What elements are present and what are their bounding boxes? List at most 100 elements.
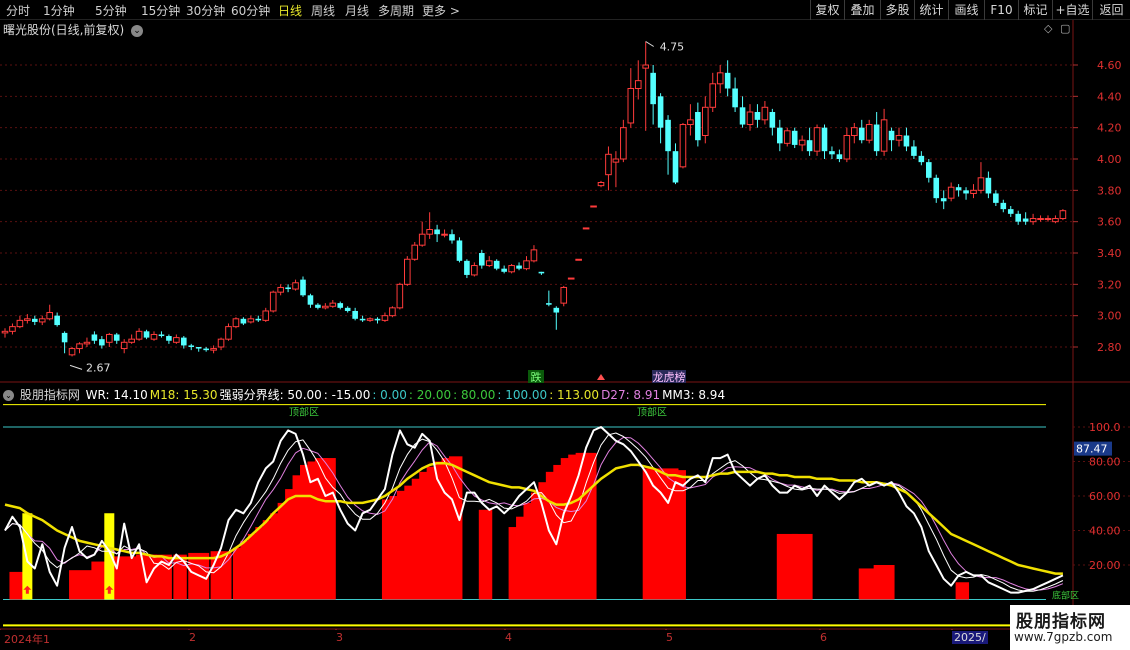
indicator-value: : 20.00 — [408, 388, 452, 402]
mark-button[interactable]: 标记 — [1018, 0, 1052, 20]
candle-body — [963, 190, 969, 194]
add-favorite-button[interactable]: +自选 — [1052, 0, 1092, 20]
candle-body — [277, 286, 284, 293]
period-tab-fenshi[interactable]: 分时 — [6, 2, 30, 19]
candle-body — [46, 312, 54, 320]
candle-body — [173, 337, 180, 343]
indicator-header: ⌄ 股朋指标网 WR: 14.10 M18: 15.30 强弱分界线: 50.00:… — [3, 386, 729, 402]
period-tab-60min[interactable]: 60分钟 — [231, 2, 270, 19]
candle-body — [575, 258, 582, 261]
candle-body — [24, 318, 31, 321]
current-value-label: 87.47 — [1076, 443, 1108, 456]
f10-button[interactable]: F10 — [984, 0, 1018, 20]
die-marker: 跌 — [531, 370, 542, 384]
indicator-value: : 0.00 — [372, 388, 407, 402]
candle-body — [396, 283, 404, 309]
multi-stock-button[interactable]: 多股 — [880, 0, 914, 20]
candle-body — [217, 338, 225, 348]
candle-body — [590, 205, 597, 208]
candle-body — [158, 334, 165, 337]
candle-body — [911, 146, 917, 156]
indicator-name: 股朋指标网 — [19, 388, 80, 402]
candle-body — [955, 187, 962, 191]
kline-chart[interactable]: 4.60 4.40 4.20 4.00 3.80 3.60 3.40 3.20 3.00 2.80… — [0, 20, 1130, 630]
period-tab-5min[interactable]: 5分钟 — [95, 2, 127, 19]
fuquan-button[interactable]: 复权 — [810, 0, 844, 20]
candle-body — [926, 162, 932, 178]
candle-body — [1059, 210, 1067, 220]
bottom-zone-label: 底部区 — [1052, 590, 1079, 602]
candle-body — [381, 315, 389, 321]
time-label-feb: 2 — [189, 631, 196, 644]
candle-body — [627, 88, 635, 124]
period-tab-multi[interactable]: 多周期 — [378, 2, 414, 19]
price-axis-label: 3.40 — [1097, 247, 1122, 260]
candle-body — [851, 127, 858, 136]
period-tab-30min[interactable]: 30分钟 — [186, 2, 225, 19]
candle-body — [947, 186, 955, 199]
candle-body — [605, 153, 612, 176]
candle-body — [895, 135, 903, 141]
time-label-jan: 2024年1 — [4, 633, 50, 646]
candle-body — [657, 96, 664, 128]
candle-body — [38, 318, 46, 323]
candle-body — [359, 318, 366, 321]
candle-body — [806, 140, 813, 152]
candle-body — [188, 345, 195, 347]
candle-body — [977, 177, 985, 191]
indicator-value: 强弱分界线: 50.00 — [219, 388, 322, 402]
draw-line-button[interactable]: 画线 — [948, 0, 984, 20]
candle-body — [567, 277, 575, 280]
indicator-value: D27: 8.91 — [601, 388, 661, 402]
candle-body — [880, 119, 888, 152]
statistics-button[interactable]: 统计 — [914, 0, 948, 20]
candle-body — [329, 302, 337, 307]
candle-body — [404, 258, 411, 285]
indicator-bar — [955, 582, 970, 600]
candle-body — [620, 127, 627, 160]
candle-body — [418, 233, 426, 246]
candle-body — [553, 307, 560, 313]
candle-body — [292, 282, 299, 290]
period-tab-daily[interactable]: 日线 — [278, 2, 302, 19]
candle-body — [434, 229, 440, 235]
candle-body — [709, 83, 717, 108]
candle-body — [120, 341, 128, 350]
period-tab-monthly[interactable]: 月线 — [345, 2, 369, 19]
candle-body — [411, 244, 419, 260]
candle-body — [523, 260, 530, 270]
candle-body — [821, 127, 828, 152]
period-tab-more[interactable]: 更多 > — [422, 2, 460, 19]
indicator-bar — [449, 456, 463, 600]
period-tab-1min[interactable]: 1分钟 — [43, 2, 75, 19]
overlay-button[interactable]: 叠加 — [844, 0, 880, 20]
candle-body — [985, 177, 992, 194]
candle-body — [888, 130, 895, 141]
indicator-value: : -15.00 — [323, 388, 371, 402]
candle-body — [1, 330, 9, 334]
time-label-apr: 4 — [505, 631, 512, 644]
back-button[interactable]: 返回 — [1092, 0, 1130, 20]
candle-body — [695, 112, 701, 141]
price-axis-label: 3.00 — [1097, 310, 1122, 323]
candle-body — [344, 307, 351, 311]
period-tab-weekly[interactable]: 周线 — [311, 2, 335, 19]
price-axis-label: 2.80 — [1097, 341, 1122, 354]
candle-body — [485, 260, 493, 267]
indicator-bar — [9, 571, 23, 600]
indicator-value: M18: 15.30 — [149, 388, 218, 402]
candle-body — [873, 124, 880, 152]
indicator-collapse-icon[interactable]: ⌄ — [3, 390, 14, 401]
candle-body — [516, 265, 522, 269]
candle-body — [702, 106, 709, 137]
candle-body — [642, 64, 650, 69]
candle-body — [493, 260, 500, 269]
candle-body — [918, 155, 925, 163]
period-tab-15min[interactable]: 15分钟 — [141, 2, 180, 19]
candle-body — [135, 330, 143, 340]
indicator-axis-label: 60.00 — [1089, 490, 1121, 503]
candle-body — [970, 189, 977, 194]
candle-body — [1000, 202, 1007, 210]
candle-body — [865, 124, 873, 141]
candle-body — [285, 287, 291, 290]
